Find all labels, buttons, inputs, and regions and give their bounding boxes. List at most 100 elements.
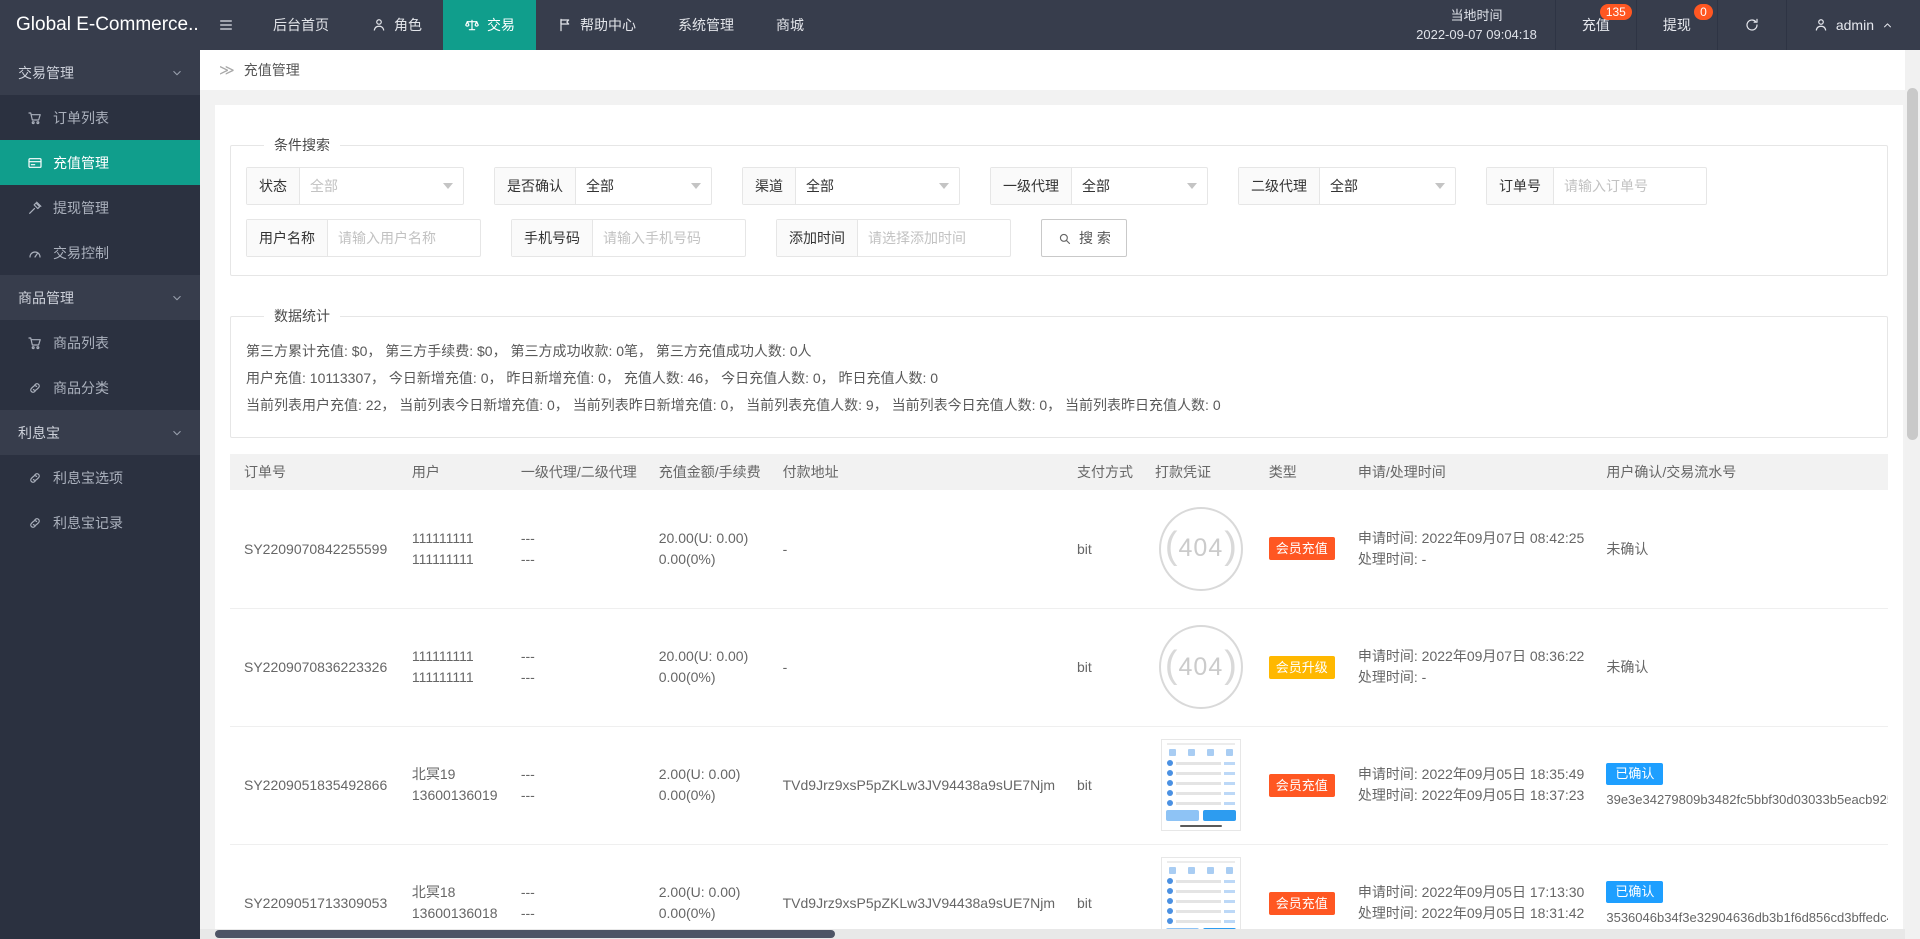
type-cell: 会员充值 bbox=[1255, 844, 1344, 939]
table-row[interactable]: SY2209070842255599111111111111111111----… bbox=[230, 490, 1888, 608]
dropdown-caret-icon bbox=[443, 183, 453, 189]
type-cell: 会员升级 bbox=[1255, 608, 1344, 726]
filter-label: 用户名称 bbox=[247, 220, 328, 256]
card-icon bbox=[27, 155, 43, 171]
table-row[interactable]: SY2209051835492866北冥1913600136019------2… bbox=[230, 726, 1888, 844]
sidebar-item-trade-control[interactable]: 交易控制 bbox=[0, 230, 200, 275]
nav-item-2[interactable]: 交易 bbox=[443, 0, 536, 50]
sidebar-item-label: 利息宝选项 bbox=[53, 468, 123, 488]
type-badge: 会员升级 bbox=[1269, 656, 1335, 679]
sidebar-item-goods-category[interactable]: 商品分类 bbox=[0, 365, 200, 410]
sidebar-item-withdraw-mgmt[interactable]: 提现管理 bbox=[0, 185, 200, 230]
filter-select-channel[interactable]: 渠道全部 bbox=[742, 167, 960, 205]
dropdown-caret-icon bbox=[1187, 183, 1197, 189]
user-cell: 北冥1813600136018 bbox=[398, 844, 507, 939]
nav-item-3[interactable]: 帮助中心 bbox=[536, 0, 657, 50]
person-icon bbox=[371, 17, 387, 33]
filter-label: 渠道 bbox=[743, 168, 796, 204]
user-menu[interactable]: admin bbox=[1786, 0, 1920, 50]
pay-address-cell: - bbox=[769, 608, 1063, 726]
order-no-input[interactable] bbox=[1554, 168, 1706, 204]
stat-line-2: 当前列表用户充值: 22， 当前列表今日新增充值: 0， 当前列表昨日新增充值:… bbox=[246, 392, 1872, 419]
stats-panel: 数据统计 第三方累计充值: $0， 第三方手续费: $0， 第三方成功收款: 0… bbox=[230, 306, 1888, 438]
sidebar-item-recharge-mgmt[interactable]: 充值管理 bbox=[0, 140, 200, 185]
phone-input[interactable] bbox=[593, 220, 745, 256]
filter-select-agent1[interactable]: 一级代理全部 bbox=[990, 167, 1208, 205]
filters-row-1: 状态全部是否确认全部渠道全部一级代理全部二级代理全部订单号 bbox=[246, 167, 1872, 205]
username: admin bbox=[1836, 17, 1874, 33]
horizontal-scrollbar[interactable] bbox=[200, 929, 1905, 939]
withdraw-shortcut[interactable]: 提现 0 bbox=[1636, 0, 1717, 50]
pay-address-cell: TVd9Jrz9xsP5pZKLw3JV94438a9sUE7Njm bbox=[769, 844, 1063, 939]
voucher-cell: (404) bbox=[1141, 608, 1255, 726]
filter-select-agent2[interactable]: 二级代理全部 bbox=[1238, 167, 1456, 205]
recharge-table: 订单号用户一级代理/二级代理充值金额/手续费付款地址支付方式打款凭证类型申请/处… bbox=[230, 454, 1888, 939]
type-cell: 会员充值 bbox=[1255, 726, 1344, 844]
nav-item-label: 帮助中心 bbox=[580, 15, 636, 35]
sidebar-group-0[interactable]: 交易管理 bbox=[0, 50, 200, 95]
vertical-scrollbar-thumb[interactable] bbox=[1907, 88, 1918, 440]
pay-method-cell: bit bbox=[1063, 490, 1141, 608]
confirm-cell: 已确认3536046b34f3e32904636db3b1f6d856cd3bf… bbox=[1592, 844, 1888, 939]
sidebar-item-goods-list[interactable]: 商品列表 bbox=[0, 320, 200, 365]
horizontal-scrollbar-thumb[interactable] bbox=[215, 930, 835, 938]
table-header-row: 订单号用户一级代理/二级代理充值金额/手续费付款地址支付方式打款凭证类型申请/处… bbox=[230, 454, 1888, 490]
time-cell: 申请时间: 2022年09月07日 08:36:22处理时间: - bbox=[1344, 608, 1592, 726]
sidebar-group-label: 交易管理 bbox=[18, 63, 74, 83]
voucher-404-placeholder[interactable]: (404) bbox=[1159, 507, 1243, 591]
user-cell: 111111111111111111 bbox=[398, 490, 507, 608]
sidebar-item-label: 提现管理 bbox=[53, 198, 109, 218]
amount-cell: 2.00(U: 0.00)0.00(0%) bbox=[645, 844, 769, 939]
menu-icon bbox=[218, 17, 234, 33]
nav-item-1[interactable]: 角色 bbox=[350, 0, 443, 50]
filter-select-confirmed[interactable]: 是否确认全部 bbox=[494, 167, 712, 205]
column-header: 支付方式 bbox=[1063, 454, 1141, 490]
vertical-scrollbar[interactable] bbox=[1905, 50, 1920, 939]
nav-item-0[interactable]: 后台首页 bbox=[252, 0, 350, 50]
refresh-button[interactable] bbox=[1717, 0, 1786, 50]
pay-method-cell: bit bbox=[1063, 608, 1141, 726]
confirm-cell: 未确认 bbox=[1592, 608, 1888, 726]
nav-item-5[interactable]: 商城 bbox=[755, 0, 825, 50]
agent-cell: ------ bbox=[507, 844, 645, 939]
sidebar-item-label: 商品分类 bbox=[53, 378, 109, 398]
dropdown-caret-icon bbox=[691, 183, 701, 189]
sidebar-item-label: 交易控制 bbox=[53, 243, 109, 263]
link-icon bbox=[27, 470, 43, 486]
table-row[interactable]: SY2209070836223326111111111111111111----… bbox=[230, 608, 1888, 726]
voucher-cell bbox=[1141, 844, 1255, 939]
type-badge: 会员充值 bbox=[1269, 537, 1335, 560]
sidebar-item-label: 订单列表 bbox=[53, 108, 109, 128]
confirm-cell: 未确认 bbox=[1592, 490, 1888, 608]
sidebar-group-2[interactable]: 利息宝 bbox=[0, 410, 200, 455]
sidebar-item-label: 充值管理 bbox=[53, 153, 109, 173]
sidebar-item-label: 利息宝记录 bbox=[53, 513, 123, 533]
add-time-input[interactable] bbox=[858, 220, 1010, 256]
search-panel-title: 条件搜索 bbox=[264, 135, 340, 155]
sidebar-item-lixibao-options[interactable]: 利息宝选项 bbox=[0, 455, 200, 500]
table-row[interactable]: SY2209051713309053北冥1813600136018------2… bbox=[230, 844, 1888, 939]
nav-item-4[interactable]: 系统管理 bbox=[657, 0, 755, 50]
gavel-icon bbox=[27, 200, 43, 216]
username-input[interactable] bbox=[328, 220, 480, 256]
sidebar-group-label: 商品管理 bbox=[18, 288, 74, 308]
column-header: 订单号 bbox=[230, 454, 398, 490]
voucher-404-placeholder[interactable]: (404) bbox=[1159, 625, 1243, 709]
menu-toggle-button[interactable] bbox=[200, 0, 252, 50]
recharge-table-wrap: 订单号用户一级代理/二级代理充值金额/手续费付款地址支付方式打款凭证类型申请/处… bbox=[230, 454, 1888, 939]
sidebar-item-order-list[interactable]: 订单列表 bbox=[0, 95, 200, 140]
app-logo: Global E-Commerce... bbox=[0, 0, 200, 50]
payment-voucher-thumbnail[interactable] bbox=[1161, 857, 1241, 939]
time-cell: 申请时间: 2022年09月07日 08:42:25处理时间: - bbox=[1344, 490, 1592, 608]
sidebar-group-1[interactable]: 商品管理 bbox=[0, 275, 200, 320]
recharge-shortcut[interactable]: 充值 135 bbox=[1555, 0, 1636, 50]
filter-select-status[interactable]: 状态全部 bbox=[246, 167, 464, 205]
confirmed-badge: 已确认 bbox=[1606, 881, 1663, 903]
search-button[interactable]: 搜 索 bbox=[1041, 219, 1127, 257]
sidebar: 交易管理订单列表充值管理提现管理交易控制商品管理商品列表商品分类利息宝利息宝选项… bbox=[0, 50, 200, 939]
payment-voucher-thumbnail[interactable] bbox=[1161, 739, 1241, 831]
sidebar-item-lixibao-records[interactable]: 利息宝记录 bbox=[0, 500, 200, 545]
pay-address-cell: TVd9Jrz9xsP5pZKLw3JV94438a9sUE7Njm bbox=[769, 726, 1063, 844]
filter-selected-value: 全部 bbox=[796, 168, 939, 204]
confirm-status: 未确认 bbox=[1606, 541, 1648, 557]
